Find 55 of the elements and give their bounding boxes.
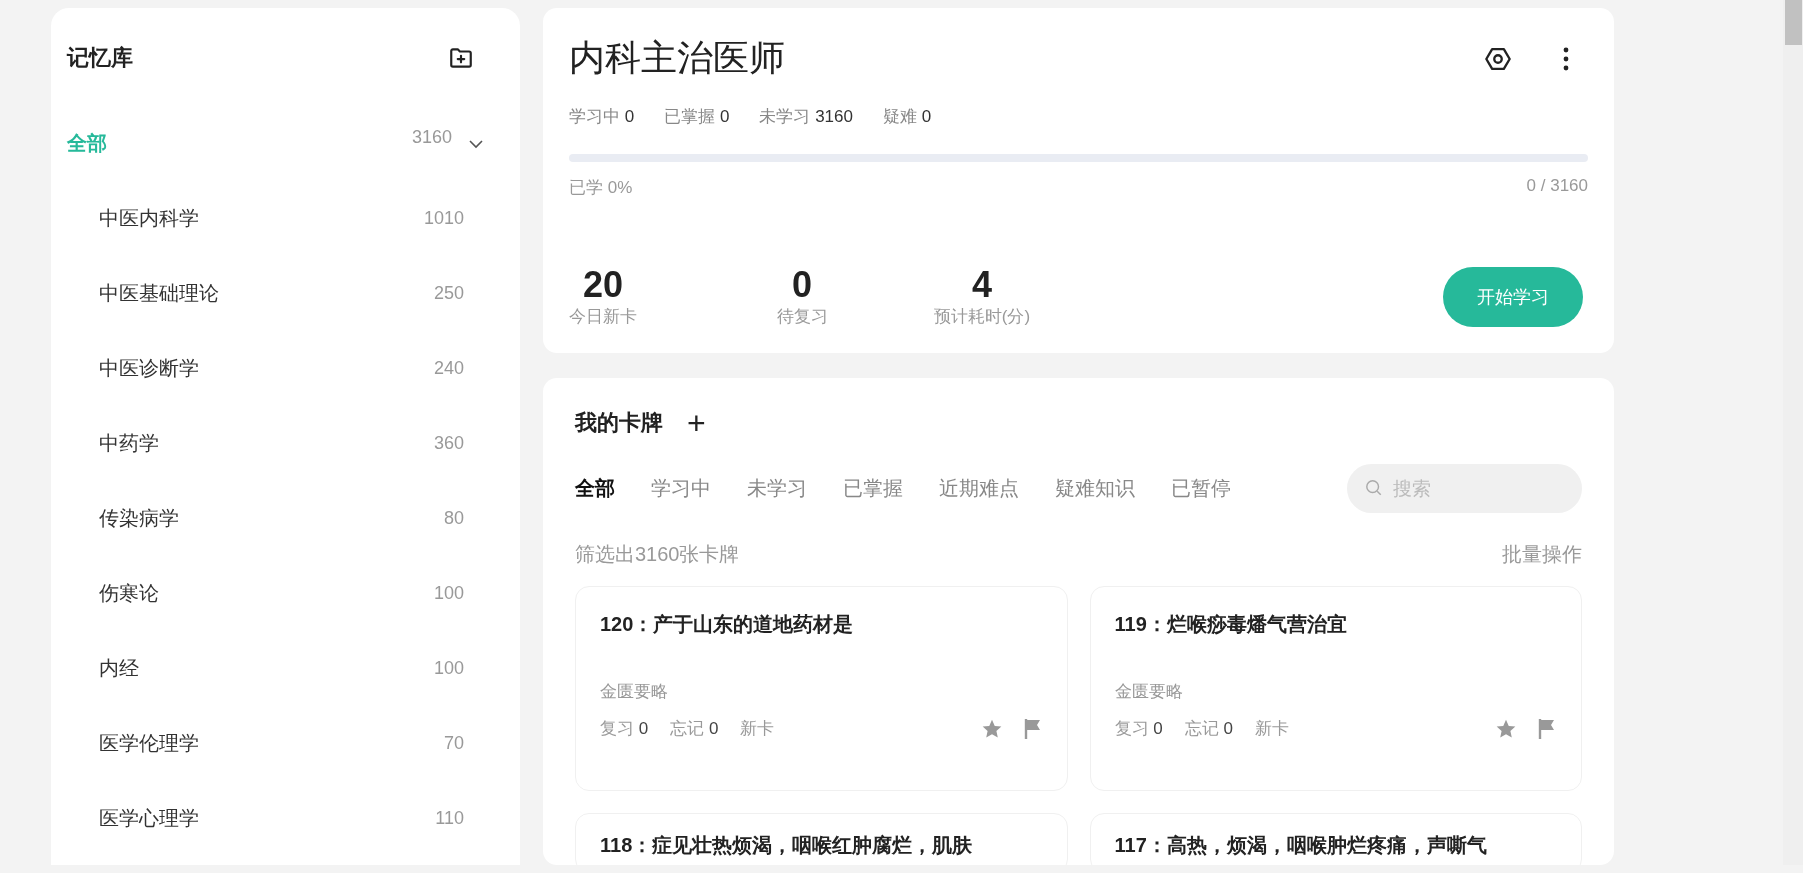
- review-count: 复习 0: [600, 718, 649, 740]
- new-folder-icon[interactable]: [448, 45, 474, 71]
- question-title: 119：烂喉痧毒燔气营治宜: [1114, 612, 1348, 637]
- progress-label: 已学 0%: [569, 177, 633, 199]
- question-title: 120：产于山东的道地药材是: [600, 612, 855, 637]
- question-card[interactable]: 119：烂喉痧毒燔气营治宜 金匮要略 复习 0 忘记 0 新卡: [1089, 586, 1582, 791]
- stat-text: 已掌握 0: [664, 106, 730, 128]
- stat-text: 学习中 0: [569, 106, 635, 128]
- summary-label: 待复习: [776, 306, 828, 328]
- filter-tab[interactable]: 学习中: [651, 475, 711, 502]
- filter-tab[interactable]: 未学习: [747, 475, 807, 502]
- tree-item[interactable]: 中医内科学 1010: [67, 181, 520, 256]
- category-label: 金匮要略: [600, 681, 669, 703]
- tree-item[interactable]: 内经 100: [67, 631, 520, 706]
- review-count: 复习 0: [1114, 718, 1163, 740]
- tree-item[interactable]: 中药学 360: [67, 406, 520, 481]
- progress-reading: 0 / 3160: [1526, 176, 1588, 197]
- filter-tab[interactable]: 近期难点: [939, 475, 1019, 502]
- category-label: 金匮要略: [1114, 681, 1184, 703]
- scrollbar-thumb[interactable]: [1785, 0, 1802, 45]
- add-button[interactable]: +: [687, 408, 706, 438]
- tree-item[interactable]: 传染病学 80: [67, 481, 520, 556]
- deck-title: 内科主治医师: [569, 36, 785, 80]
- chevron-icon[interactable]: [468, 138, 484, 149]
- forget-count: 忘记 0: [670, 718, 719, 740]
- tree-item[interactable]: 医学伦理学 70: [67, 706, 520, 781]
- summary-value: 0: [792, 265, 812, 305]
- summary-value: 20: [582, 265, 623, 305]
- summary-label: 今日新卡: [569, 306, 637, 328]
- filter-tab[interactable]: 疑难知识: [1055, 475, 1135, 502]
- flag-icon[interactable]: [1537, 717, 1557, 740]
- summary-label: 预计耗时(分): [933, 306, 1031, 328]
- filter-tab[interactable]: 已掌握: [843, 475, 903, 502]
- tree-item[interactable]: 中医诊断学 240: [67, 331, 520, 406]
- filter-tab[interactable]: 全部: [575, 475, 615, 502]
- panel-title: 我的卡牌: [575, 409, 663, 437]
- status-label: 新卡: [740, 718, 775, 740]
- stat-text: 未学习 3160: [759, 106, 853, 128]
- stat-text: 疑难 0: [882, 106, 932, 128]
- tree-item[interactable]: 医学心理学 110: [67, 781, 520, 856]
- scrollbar[interactable]: [1783, 0, 1803, 865]
- forget-count: 忘记 0: [1184, 718, 1233, 740]
- more-icon[interactable]: [1562, 45, 1570, 72]
- status-label: 新卡: [1254, 718, 1289, 740]
- sidebar-title: 记忆库: [67, 44, 133, 72]
- tree-item[interactable]: 伤寒论 100: [67, 556, 520, 631]
- summary-value: 4: [972, 265, 992, 305]
- search-icon: [1365, 479, 1383, 497]
- filter-count: 筛选出3160张卡牌: [575, 542, 740, 567]
- filter-tab[interactable]: 已暂停: [1171, 475, 1231, 502]
- question-title: 117：高热，烦渴，咽喉肿烂疼痛，声嘶气: [1114, 833, 1488, 858]
- flag-icon[interactable]: [1022, 717, 1043, 740]
- question-card[interactable]: 120：产于山东的道地药材是 金匮要略 复习 0 忘记 0 新卡: [575, 586, 1068, 791]
- question-title: 118：症见壮热烦渴，咽喉红肿腐烂，肌肤: [600, 833, 974, 858]
- tree-item[interactable]: 中医基础理论 250: [67, 256, 520, 331]
